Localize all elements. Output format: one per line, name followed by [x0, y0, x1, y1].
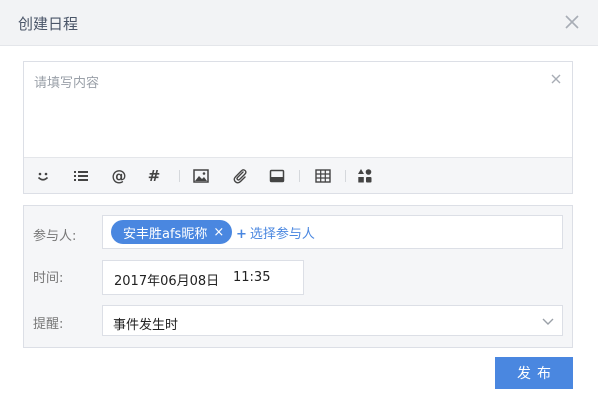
toolbar-divider [345, 170, 346, 182]
reminder-value: 事件发生时 [113, 318, 179, 333]
toolbar-divider [179, 170, 180, 182]
reminder-select[interactable]: 事件发生时 [102, 305, 563, 336]
publish-button[interactable]: 发布 [495, 357, 573, 389]
emoji-icon[interactable] [33, 166, 53, 186]
close-icon[interactable] [562, 12, 582, 32]
participants-label: 参与人: [33, 229, 77, 244]
image-icon[interactable] [191, 166, 211, 186]
clear-icon[interactable] [550, 73, 562, 85]
editor-toolbar: @ # [24, 157, 572, 193]
remove-participant-icon[interactable]: × [213, 225, 224, 240]
chevron-down-icon [542, 315, 554, 327]
dialog-header: 创建日程 [0, 0, 598, 46]
hashtag-icon[interactable]: # [144, 166, 164, 186]
tray-icon[interactable] [267, 166, 287, 186]
plus-icon: + [236, 227, 247, 242]
list-icon[interactable] [71, 166, 91, 186]
reminder-label: 提醒: [33, 317, 64, 332]
content-placeholder: 请填写内容 [34, 76, 100, 91]
attachment-icon[interactable] [230, 166, 250, 186]
toolbar-divider [299, 170, 300, 182]
time-value: 11:35 [233, 270, 271, 285]
table-icon[interactable] [313, 166, 333, 186]
schedule-form: 参与人: 安丰胜afs昵称 × + 选择参与人 时间: 2017年06月08日 1… [23, 205, 573, 348]
participant-chip[interactable]: 安丰胜afs昵称 × [111, 220, 233, 244]
datetime-field[interactable]: 2017年06月08日 11:35 [102, 260, 304, 295]
add-participant-label: 选择参与人 [249, 227, 315, 242]
dialog-title: 创建日程 [18, 15, 79, 33]
participants-field[interactable]: 安丰胜afs昵称 × + 选择参与人 [102, 215, 563, 249]
mention-icon[interactable]: @ [109, 166, 129, 186]
participant-chip-label: 安丰胜afs昵称 [123, 226, 208, 242]
date-value: 2017年06月08日 [114, 274, 220, 289]
content-textarea[interactable]: 请填写内容 [24, 62, 572, 157]
add-participant-button[interactable]: + 选择参与人 [236, 223, 315, 242]
content-editor: 请填写内容 @ # [23, 61, 573, 194]
apps-icon[interactable] [355, 166, 375, 186]
time-label: 时间: [33, 271, 64, 286]
